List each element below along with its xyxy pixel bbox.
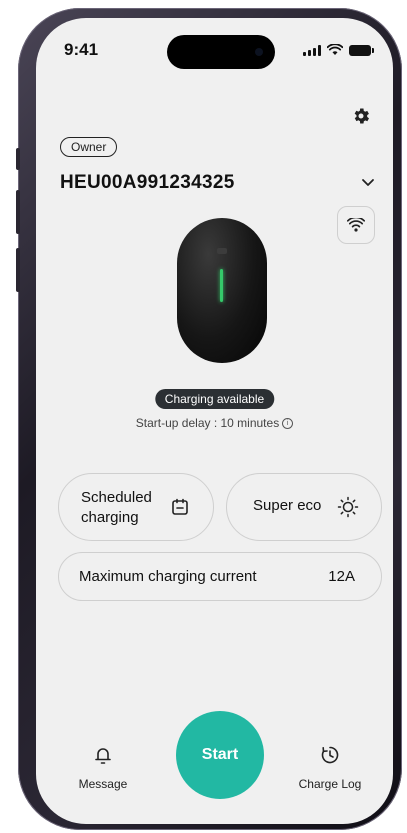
wifi-status-icon [327, 44, 343, 55]
sun-icon [337, 496, 359, 518]
charger-logo [217, 248, 227, 254]
status-time: 9:41 [64, 40, 99, 59]
nav-charge-log-label: Charge Log [298, 777, 362, 791]
super-eco-label: Super eco [253, 497, 322, 514]
owner-badge: Owner [60, 137, 118, 157]
super-eco-card[interactable]: Super eco [226, 473, 382, 541]
charger-led-indicator [220, 269, 223, 302]
calendar-icon [172, 498, 188, 515]
nav-message-label: Message [78, 777, 128, 791]
settings-gear-icon[interactable] [351, 106, 371, 126]
device-id-title[interactable]: HEU00A991234325 [60, 172, 235, 194]
camera-dot [255, 48, 263, 56]
nav-charge-log[interactable]: Charge Log [288, 745, 372, 791]
status-badge: Charging available [154, 389, 275, 409]
scheduled-line1: Scheduled [81, 489, 152, 506]
info-icon[interactable]: i [282, 418, 294, 430]
startup-delay-label: Start-up delay : 10 minutes [135, 416, 280, 430]
scheduled-charging-card[interactable]: Scheduled charging [58, 473, 214, 541]
dynamic-island [167, 35, 275, 69]
start-button[interactable]: Start [176, 711, 264, 799]
wifi-icon [347, 218, 365, 232]
charger-body [177, 218, 267, 363]
chevron-down-icon[interactable] [361, 178, 375, 188]
bell-icon [95, 748, 111, 764]
app-screen: 9:41 Owner HEU00A991234325 Charging avai… [36, 18, 393, 824]
cellular-signal-icon [303, 44, 321, 56]
max-current-value: 12A [328, 568, 355, 585]
battery-icon [349, 44, 374, 56]
scheduled-line2: charging [81, 509, 139, 526]
clock-history-icon [321, 746, 339, 764]
volume-up-button [16, 190, 20, 234]
nav-message[interactable]: Message [70, 745, 136, 791]
startup-delay-text: Start-up delay : 10 minutes i [36, 416, 393, 430]
wifi-button[interactable] [337, 206, 375, 244]
max-charging-current-card[interactable]: Maximum charging current 12A [58, 552, 382, 601]
status-icons [303, 44, 374, 56]
action-button [16, 148, 20, 170]
scheduled-charging-label: Scheduled charging [81, 488, 152, 528]
max-current-label: Maximum charging current [79, 568, 257, 585]
volume-down-button [16, 248, 20, 292]
charger-device-image [177, 218, 267, 363]
